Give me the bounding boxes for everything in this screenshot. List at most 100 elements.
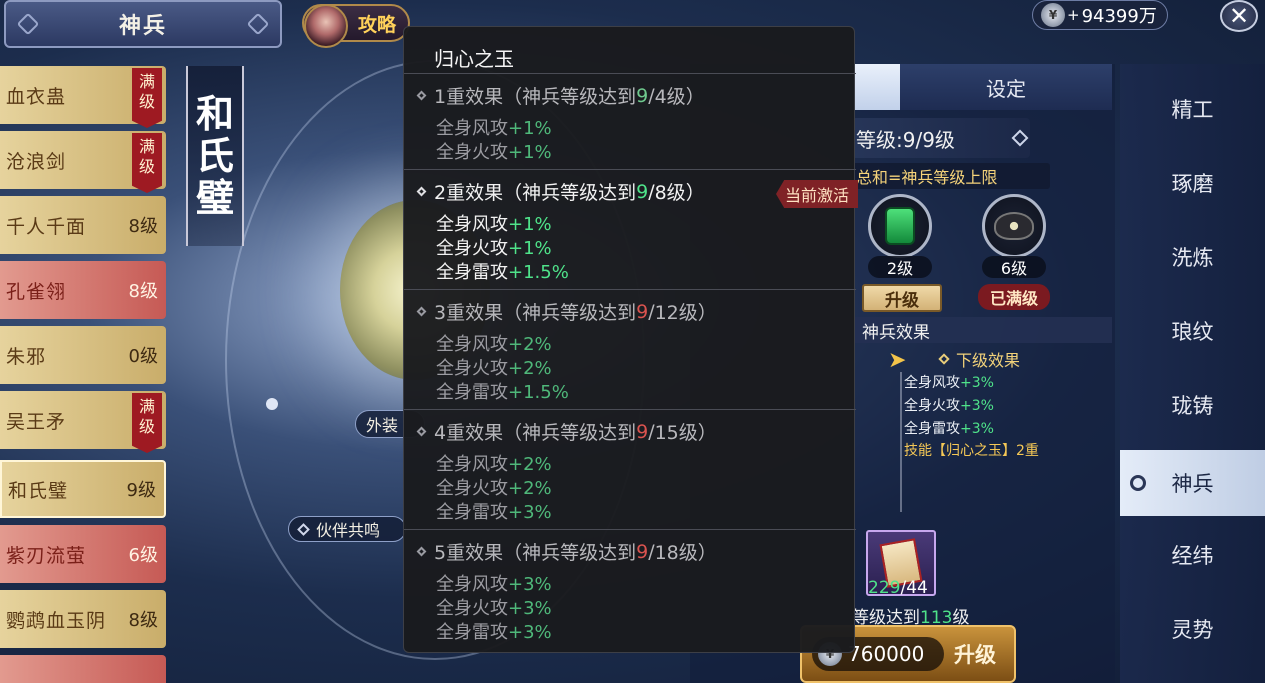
guide-label: 攻略 <box>357 13 396 36</box>
weapon-name: 朱邪 <box>6 345 47 368</box>
tier-effect-line: 全身火攻+2% <box>436 474 552 500</box>
effect-label: 全身雷攻 <box>436 262 508 283</box>
weapon-list-item[interactable] <box>0 655 166 683</box>
material-need: 44 <box>906 578 928 598</box>
weapon-list-item[interactable]: 千人千面 8级 <box>0 196 166 254</box>
nav-item-shenbing[interactable]: 神兵 <box>1120 450 1265 516</box>
max-level-tag: 满级 <box>132 393 162 453</box>
tier-header-text: 5重效果（神兵等级达到 <box>434 542 637 564</box>
effect-value: +3% <box>508 598 552 619</box>
tier-suffix: ） <box>697 542 717 564</box>
close-icon: ✕ <box>1228 2 1250 30</box>
tier-required-level: 12级 <box>654 302 698 324</box>
effect-label: 全身火攻 <box>436 142 508 163</box>
skill-tooltip-popup: 归心之玉 1重效果（神兵等级达到 9/4级） 全身风攻+1% 全身火攻+1% 2重… <box>403 26 858 653</box>
weapon-name: 紫刃流萤 <box>6 544 87 567</box>
weapon-list-item-selected[interactable]: 和氏璧 9级 <box>0 460 166 518</box>
effect-value: +2% <box>508 334 552 355</box>
nav-item-xilian[interactable]: 洗炼 <box>1120 224 1265 290</box>
upgrade-cost-value: 760000 <box>848 642 925 666</box>
tab-info[interactable] <box>855 64 900 110</box>
upgrade-label: 升级 <box>954 643 996 667</box>
partner-resonance-button[interactable]: 伙伴共鸣 <box>288 516 406 542</box>
effect-label: 全身火攻 <box>904 398 960 414</box>
weapon-name: 和氏璧 <box>8 479 69 502</box>
nav-label: 琢磨 <box>1171 172 1214 196</box>
tier-effect-line: 全身火攻+1% <box>436 138 552 164</box>
right-nav: 精工 琢磨 洗炼 琅纹 珑铸 神兵 经纬 灵势 <box>1120 64 1265 683</box>
tier-header: 3重效果（神兵等级达到 9/12级） <box>416 298 717 325</box>
nav-item-lingshi[interactable]: 灵势 <box>1120 596 1265 662</box>
nav-label: 灵势 <box>1171 618 1214 642</box>
effect-label: 全身火攻 <box>436 358 508 379</box>
weapon-list-item[interactable]: 血衣蛊 满级 <box>0 66 166 128</box>
tier-header-text: 3重效果（神兵等级达到 <box>434 302 637 324</box>
guide-button[interactable]: 攻略 <box>302 4 410 48</box>
weapon-level: 9级 <box>126 480 156 501</box>
weapon-effect-header-label: 神兵效果 <box>862 322 930 343</box>
weapon-list-item[interactable]: 沧浪剑 满级 <box>0 131 166 193</box>
effect-label: 全身火攻 <box>436 598 508 619</box>
next-effect-header: 下级效果 <box>938 347 1020 371</box>
next-effect-line: 全身火攻+3% <box>904 395 994 415</box>
diamond-icon <box>416 306 427 317</box>
page-title-bar: 神兵 <box>4 0 282 48</box>
nav-item-jinggong[interactable]: 精工 <box>1120 76 1265 142</box>
tier-required-level: 4级 <box>654 86 686 108</box>
tier-suffix: ） <box>697 422 717 444</box>
tab-settings[interactable]: 设定 <box>900 64 1112 110</box>
diamond-icon <box>297 522 310 536</box>
effect-value: +2% <box>508 358 552 379</box>
title-char: 和 <box>195 91 234 136</box>
tier-suffix: ） <box>697 302 717 324</box>
max-level-tag: 满级 <box>132 133 162 193</box>
effect-label: 全身风攻 <box>436 574 508 595</box>
material-count: 229/44 <box>868 578 928 598</box>
coin-icon: ¥ <box>1041 3 1065 27</box>
tier-current-level: 9 <box>636 180 649 203</box>
nav-item-jingwei[interactable]: 经纬 <box>1120 522 1265 588</box>
currency-add-icon[interactable]: + <box>1067 6 1080 24</box>
title-char: 璧 <box>195 175 234 220</box>
tier-header: 4重效果（神兵等级达到 9/15级） <box>416 418 717 445</box>
effect-value: +2% <box>508 454 552 475</box>
effect-value: +3% <box>960 398 994 414</box>
title-char: 氏 <box>195 133 234 178</box>
tier-effect-line: 全身火攻+2% <box>436 354 552 380</box>
tier-header-text: 1重效果（神兵等级达到 <box>434 86 637 108</box>
weapon-list[interactable]: 血衣蛊 满级 沧浪剑 满级 千人千面 8级 孔雀翎 8级 朱邪 0级 吴王矛 满… <box>0 66 168 683</box>
gem-upgrade-button[interactable]: 升级 <box>862 284 942 312</box>
tier-suffix: ） <box>685 182 705 204</box>
effect-tier-5: 5重效果（神兵等级达到 9/18级） 全身风攻+3% 全身火攻+3% 全身雷攻+3… <box>404 529 856 649</box>
weapon-list-item[interactable]: 紫刃流萤 6级 <box>0 525 166 583</box>
gem-level: 2级 <box>868 256 932 278</box>
currency-value: 94399万 <box>1081 6 1157 27</box>
tier-effect-line: 全身风攻+2% <box>436 330 552 356</box>
mask-gem-slot[interactable] <box>982 194 1046 258</box>
close-button[interactable]: ✕ <box>1220 0 1258 32</box>
nav-item-longzhu[interactable]: 珑铸 <box>1120 372 1265 438</box>
weapon-list-item[interactable]: 孔雀翎 8级 <box>0 261 166 319</box>
nav-item-langwen[interactable]: 琅纹 <box>1120 298 1265 364</box>
weapon-name: 孔雀翎 <box>6 280 67 303</box>
effect-label: 全身火攻 <box>436 478 508 499</box>
weapon-list-item[interactable]: 鹦鹉血玉阴 8级 <box>0 590 166 648</box>
effect-value: +1% <box>508 214 552 235</box>
level-sum-note: 总和=神兵等级上限 <box>852 163 1050 189</box>
currency-display[interactable]: ¥ + 94399万 <box>1032 0 1168 30</box>
weapon-name: 血衣蛊 <box>6 85 67 108</box>
effect-value: +1% <box>508 118 552 139</box>
nav-item-zhuomo[interactable]: 琢磨 <box>1120 150 1265 216</box>
tier-effect-line: 全身风攻+1% <box>436 114 552 140</box>
jade-gem-slot[interactable] <box>868 194 932 258</box>
weapon-list-item[interactable]: 朱邪 0级 <box>0 326 166 384</box>
next-effect-line: 全身雷攻+3% <box>904 418 994 438</box>
level-text: 等级:9/9级 <box>856 127 955 152</box>
weapon-name: 吴王矛 <box>6 410 67 433</box>
tier-effect-line: 全身风攻+3% <box>436 570 552 596</box>
weapon-list-item[interactable]: 吴王矛 满级 <box>0 391 166 453</box>
gem-level: 6级 <box>982 256 1046 278</box>
tab-settings-label: 设定 <box>986 76 1026 101</box>
tier-current-level: 9 <box>636 540 649 563</box>
weapon-effect-header: 神兵效果 <box>852 317 1112 343</box>
